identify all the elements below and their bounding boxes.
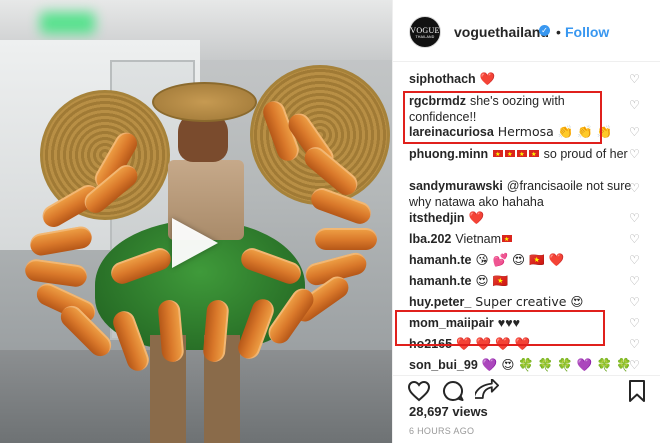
comment-item: huy.peter_ Super creative 😍 (409, 294, 633, 310)
comment-item: hamanh.te 😍 🇻🇳 (409, 273, 633, 289)
like-comment-heart-icon[interactable]: ♡ (629, 275, 641, 287)
like-comment-heart-icon[interactable]: ♡ (629, 99, 641, 111)
comment-username[interactable]: huy.peter_ (409, 295, 471, 309)
vietnam-flag-icon (505, 147, 516, 163)
comment-text: ❤️ (468, 210, 485, 225)
comment-text: 😘 💕 😍 🇻🇳 ❤️ (475, 252, 565, 267)
like-heart-icon[interactable] (407, 379, 431, 403)
like-comment-heart-icon[interactable]: ♡ (629, 73, 641, 85)
vietnam-flag-icon (493, 147, 504, 163)
avatar-logo-text: VOGUE (410, 26, 440, 35)
comment-username[interactable]: sandymurawski (409, 179, 503, 193)
like-comment-heart-icon[interactable]: ♡ (629, 254, 641, 266)
comment-username[interactable]: lba.202 (409, 232, 451, 246)
play-icon[interactable] (172, 218, 218, 268)
header-separator: • (556, 24, 561, 40)
view-count: 28,697 views (409, 404, 488, 419)
comment-item: hamanh.te 😘 💕 😍 🇻🇳 ❤️ (409, 252, 633, 268)
save-bookmark-icon[interactable] (625, 379, 649, 403)
verified-badge-icon: ✓ (539, 25, 550, 36)
comment-item: lba.202 Vietnam (409, 231, 633, 248)
post-actions: 28,697 views 6 HOURS AGO (393, 375, 660, 443)
comment-bubble-icon[interactable] (441, 379, 465, 403)
post-header: VOGUE THAILAND voguethailand ✓ • Follow (393, 0, 660, 62)
comment-item: siphothach ❤️ (409, 71, 633, 87)
vietnam-flag-icon (517, 147, 528, 163)
comment-item: phuong.minn so proud of her (409, 146, 633, 163)
like-comment-heart-icon[interactable]: ♡ (629, 182, 641, 194)
comment-username[interactable]: siphothach (409, 72, 476, 86)
follow-button[interactable]: Follow (565, 24, 609, 40)
comment-text: so proud of her (543, 147, 628, 161)
like-comment-heart-icon[interactable]: ♡ (629, 296, 641, 308)
vietnam-flag-icon (529, 147, 540, 163)
comment-text: Super creative 😍 (475, 294, 584, 309)
comment-text: Vietnam (455, 232, 502, 246)
comment-text: 😍 🇻🇳 (475, 273, 509, 288)
like-comment-heart-icon[interactable]: ♡ (629, 233, 641, 245)
highlight-box (395, 310, 605, 346)
like-comment-heart-icon[interactable]: ♡ (629, 148, 641, 160)
comment-username[interactable]: itsthedjin (409, 211, 465, 225)
comment-text: ❤️ (479, 71, 496, 86)
comment-username[interactable]: hamanh.te (409, 253, 472, 267)
video-green-light (40, 12, 95, 34)
comment-username[interactable]: phuong.minn (409, 147, 488, 161)
highlight-box (403, 91, 602, 144)
vietnam-flag-icon (502, 232, 513, 248)
post-timestamp[interactable]: 6 HOURS AGO (409, 426, 474, 436)
post-username[interactable]: voguethailand (454, 24, 549, 40)
baguette (315, 228, 377, 250)
comment-item: sandymurawski @francisaoile not sure why … (409, 178, 633, 210)
like-comment-heart-icon[interactable]: ♡ (629, 359, 641, 371)
like-comment-heart-icon[interactable]: ♡ (629, 338, 641, 350)
post-video[interactable] (0, 0, 392, 443)
conical-hat (152, 82, 257, 122)
like-comment-heart-icon[interactable]: ♡ (629, 126, 641, 138)
like-comment-heart-icon[interactable]: ♡ (629, 212, 641, 224)
avatar[interactable]: VOGUE THAILAND (409, 16, 441, 48)
comment-username[interactable]: hamanh.te (409, 274, 472, 288)
comment-item: itsthedjin ❤️ (409, 210, 633, 226)
comment-text: 💜 😍 🍀 🍀 🍀 💜 🍀 🍀 (481, 357, 632, 372)
comment-username[interactable]: son_bui_99 (409, 358, 478, 372)
avatar-logo-subtext: THAILAND (415, 35, 435, 39)
post-sidebar: VOGUE THAILAND voguethailand ✓ • Follow … (392, 0, 660, 443)
share-icon[interactable] (475, 379, 499, 403)
like-comment-heart-icon[interactable]: ♡ (629, 317, 641, 329)
comment-item: son_bui_99 💜 😍 🍀 🍀 🍀 💜 🍀 🍀 (409, 357, 633, 373)
